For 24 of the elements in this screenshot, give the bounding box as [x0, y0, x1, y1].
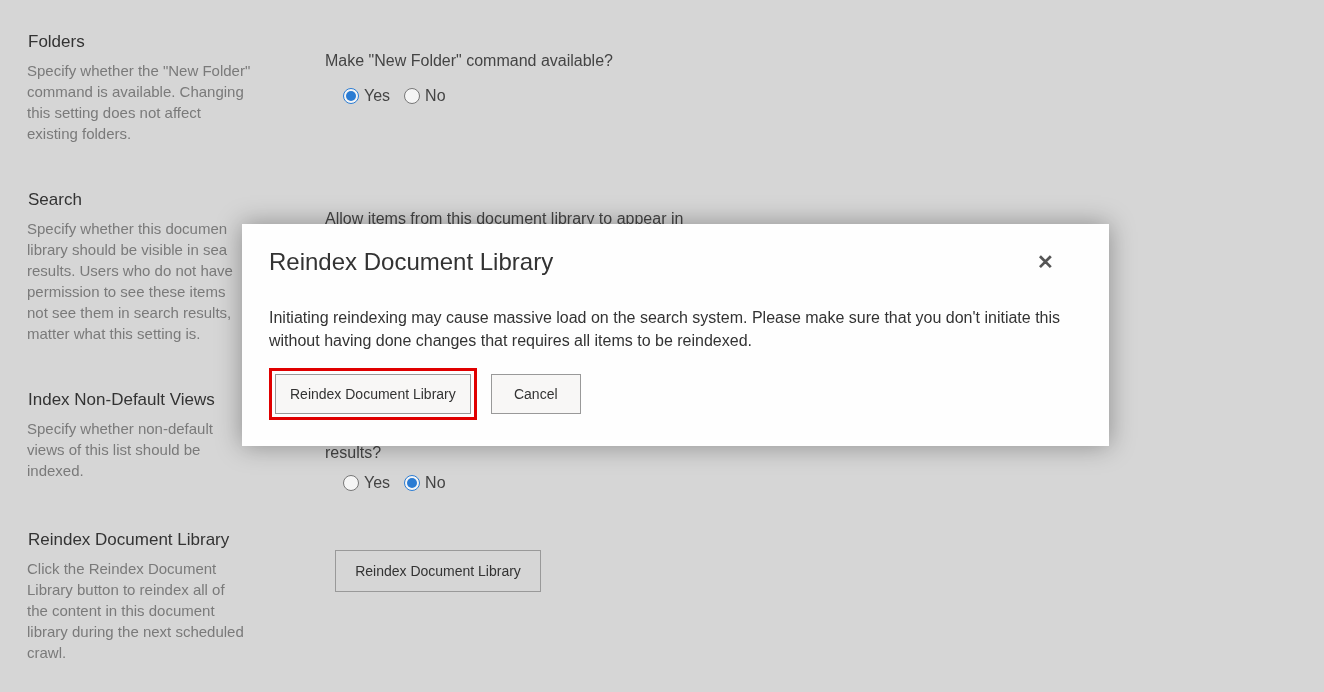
radio-label[interactable]: No — [425, 474, 446, 492]
radio-button[interactable] — [404, 475, 421, 491]
radio-button[interactable] — [343, 475, 359, 491]
section-description: Specify whether this documen library should be visible in sea results. Users who do not have permission to see these items not see them in search results, matter what this setting is. — [27, 219, 233, 344]
radio-button[interactable] — [404, 88, 421, 104]
reindex-button[interactable]: Reindex Document Library — [335, 550, 541, 592]
section-title: Reindex Document Library — [28, 530, 230, 550]
dialog-message: Initiating reindexing may cause massive load on the search system. Please make sure that you don't initiate this without having done changes that requires all items to be reindexed. — [269, 308, 1062, 351]
reindex-button[interactable]: Reindex Document Library — [275, 374, 471, 414]
section-description: Specify whether non-default views of this list should be indexed. — [27, 419, 213, 481]
question-label: results? — [325, 444, 383, 462]
cancel-button[interactable]: Cancel — [490, 374, 581, 414]
radio-label[interactable]: No — [425, 87, 446, 105]
question-label: Allow items from this document library to appear in — [325, 210, 685, 228]
section-description: Click the Reindex Document Library button to reindex all of the content in this document library during the next scheduled crawl. — [27, 559, 244, 663]
section-title: Folders — [28, 32, 85, 52]
section-title: Index Non-Default Views — [28, 390, 215, 410]
radio-label[interactable]: Yes — [364, 474, 391, 492]
question-label: Make "New Folder" command available? — [325, 52, 614, 70]
section-description: Specify whether the "New Folder" command is available. Changing this setting does not affect existing folders. — [27, 61, 251, 144]
dialog-title: Reindex Document Library — [269, 248, 554, 276]
radio-button[interactable] — [343, 88, 359, 104]
radio-label[interactable]: Yes — [364, 87, 391, 105]
section-title: Search — [28, 190, 82, 210]
